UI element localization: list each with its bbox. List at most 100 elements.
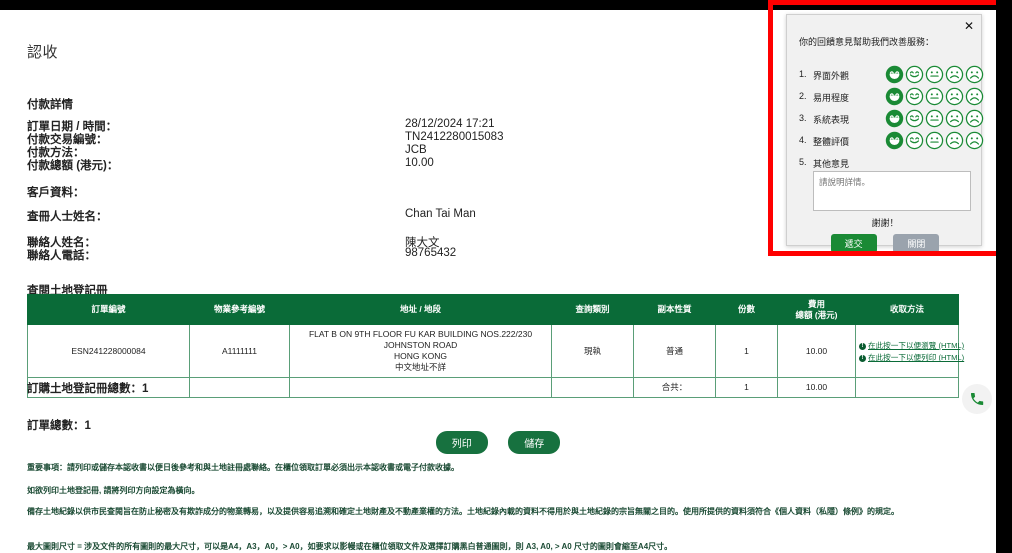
rating-face-3[interactable]	[925, 131, 944, 150]
feedback-popup: ✕ 你的回饋意見幫助我們改善服務： 1. 界面外觀 2. 易用程度 3. 系統表…	[786, 14, 984, 253]
feedback-button-row: 遞交 關閉	[787, 234, 983, 253]
cell-collect-method: ! 在此按一下以便瀏覽 (HTML) ! 在此按一下以便列印 (HTML)	[855, 324, 964, 379]
view-html-link[interactable]: 在此按一下以便瀏覽 (HTML)	[868, 341, 964, 350]
rating-faces[interactable]	[885, 109, 984, 128]
col-fee-line2: 總額 (港元)	[795, 309, 838, 320]
row-number: 4.	[799, 135, 807, 145]
rating-face-4[interactable]	[945, 87, 964, 106]
rating-face-4[interactable]	[945, 109, 964, 128]
rating-faces[interactable]	[885, 65, 984, 84]
feedback-row-system-performance: 3. 系統表現	[799, 109, 984, 131]
address-line-1: FLAT B ON 9TH FLOOR FU KAR BUILDING NOS.…	[308, 329, 533, 351]
feedback-title: 你的回饋意見幫助我們改善服務：	[799, 37, 935, 47]
feedback-cancel-button[interactable]: 關閉	[893, 234, 940, 253]
field-label: 付款總額 (港元)：	[27, 160, 119, 172]
rating-face-3[interactable]	[925, 87, 944, 106]
rating-faces[interactable]	[885, 131, 984, 150]
total-registers-label: 訂購土地登記冊總數：1	[27, 383, 149, 395]
payment-details-heading: 付款詳情	[27, 99, 73, 111]
print-html-link[interactable]: 在此按一下以便列印 (HTML)	[868, 353, 964, 362]
cell-copies: 1	[715, 324, 778, 379]
address-line-3: 中文地址不詳	[394, 362, 446, 373]
row-label: 整體評價	[813, 137, 850, 147]
col-search-type: 查詢類別	[551, 293, 634, 326]
field-value: 28/12/2024 17:21	[405, 118, 495, 130]
rating-face-5[interactable]	[965, 109, 984, 128]
rating-face-3[interactable]	[925, 65, 944, 84]
rating-face-4[interactable]	[945, 131, 964, 150]
collect-view-line: ! 在此按一下以便瀏覽 (HTML)	[859, 339, 964, 351]
note-important: 重要事項：請列印或儲存本認收書以便日後參考和與土地註冊處聯絡。在櫃位領取訂單必須…	[27, 463, 459, 472]
feedback-row-overall-rating: 4. 整體評價	[799, 131, 984, 153]
field-label: 聯絡人電話：	[27, 250, 96, 262]
field-value: 98765432	[405, 247, 457, 259]
cell-property-ref: A1111111	[189, 324, 290, 379]
col-fee-line1: 費用	[807, 299, 825, 309]
cell-copy-nature: 普通	[633, 324, 716, 379]
feedback-thanks-text: 謝謝！	[871, 218, 899, 228]
row-label: 其他意見	[813, 159, 850, 169]
col-copies: 份數	[715, 293, 778, 326]
row-number: 1.	[799, 69, 807, 79]
cell-empty-3	[289, 377, 552, 399]
info-icon: !	[859, 343, 866, 351]
rating-face-2[interactable]	[905, 131, 924, 150]
col-copy-nature: 副本性質	[633, 293, 716, 326]
rating-face-4[interactable]	[945, 65, 964, 84]
rating-face-5[interactable]	[965, 87, 984, 106]
cell-total-copies: 1	[715, 377, 778, 399]
row-number: 2.	[799, 91, 807, 101]
rating-face-2[interactable]	[905, 109, 924, 128]
row-number: 3.	[799, 113, 807, 123]
save-button[interactable]: 儲存	[508, 431, 561, 454]
field-value: TN2412280015083	[405, 131, 504, 143]
cell-empty-2	[189, 377, 290, 399]
feedback-row-ui-appearance: 1. 界面外觀	[799, 65, 984, 87]
col-property-ref: 物業參考編號	[189, 293, 290, 326]
rating-face-5[interactable]	[965, 65, 984, 84]
customer-details-heading: 客戶資料：	[27, 187, 85, 199]
feedback-submit-button[interactable]: 遞交	[830, 234, 877, 253]
rating-face-5[interactable]	[965, 131, 984, 150]
table-header-row: 訂單編號 物業參考編號 地址 / 地段 查詢類別 副本性質 份數 費用 總額 (…	[27, 293, 959, 326]
cell-search-type: 現執	[551, 324, 634, 379]
screenshot-root: 認收 付款詳情 訂單日期 / 時間： 28/12/2024 17:21 付款交易…	[0, 0, 1012, 553]
rating-face-1[interactable]	[885, 131, 904, 150]
rating-face-1[interactable]	[885, 109, 904, 128]
col-order-no: 訂單編號	[27, 293, 190, 326]
field-value: 10.00	[405, 157, 434, 169]
phone-fab-button[interactable]	[962, 384, 992, 414]
row-number: 5.	[799, 157, 807, 167]
field-value: Chan Tai Man	[405, 208, 476, 220]
rating-face-2[interactable]	[905, 65, 924, 84]
cell-order-no: ESN241228000084	[27, 324, 190, 379]
cell-empty-4	[551, 377, 634, 399]
cell-total-fee: 10.00	[777, 377, 856, 399]
table-row: ESN241228000084 A1111111 FLAT B ON 9TH F…	[27, 324, 964, 379]
right-black-strip	[996, 0, 1012, 553]
feedback-row-ease-of-use: 2. 易用程度	[799, 87, 984, 109]
close-icon[interactable]: ✕	[964, 20, 974, 32]
note-privacy: 備存土地紀錄以供市民查閱旨在防止秘密及有欺詐成分的物業轉易，以及提供容易追溯和確…	[27, 507, 899, 516]
rating-face-3[interactable]	[925, 109, 944, 128]
cell-address: FLAT B ON 9TH FLOOR FU KAR BUILDING NOS.…	[289, 324, 552, 379]
print-button[interactable]: 列印	[435, 431, 488, 454]
row-label: 界面外觀	[813, 71, 850, 81]
note-print-orientation: 如欲列印土地登記冊, 請將列印方向設定為橫向。	[27, 486, 200, 495]
row-label: 系統表現	[813, 115, 850, 125]
cell-fee-total: 10.00	[777, 324, 856, 379]
row-label: 易用程度	[813, 93, 850, 103]
feedback-comment-input[interactable]	[813, 171, 971, 211]
field-value: JCB	[405, 144, 427, 156]
col-collect-method: 收取方法	[855, 293, 959, 326]
rating-face-1[interactable]	[885, 87, 904, 106]
phone-icon	[971, 393, 984, 405]
note-plan-size: 最大圖則尺寸 = 涉及文件的所有圖則的最大尺寸，可以是A4，A3，A0，> A0…	[27, 542, 673, 551]
cell-total-label: 合共：	[633, 377, 716, 399]
rating-face-1[interactable]	[885, 65, 904, 84]
rating-face-2[interactable]	[905, 87, 924, 106]
col-fee-total: 費用 總額 (港元)	[777, 293, 856, 326]
address-line-2: HONG KONG	[394, 351, 447, 362]
field-label: 查冊人士姓名：	[27, 211, 108, 223]
rating-faces[interactable]	[885, 87, 984, 106]
